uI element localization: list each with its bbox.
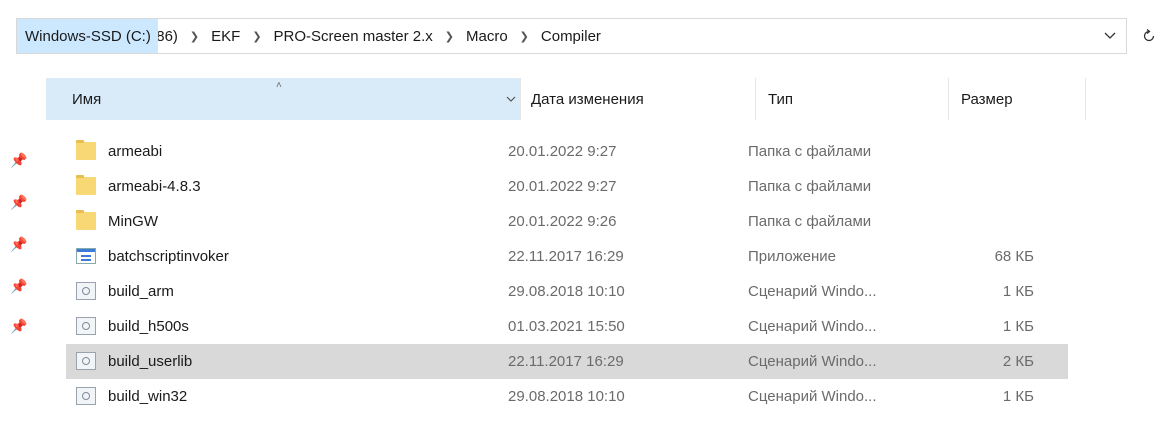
address-bar[interactable]: Windows-SSD (C:) ❯ Program Files (x86) ❯… — [16, 18, 1127, 54]
breadcrumb-drive[interactable]: Windows-SSD (C:) — [17, 19, 158, 53]
file-size: 68 КБ — [994, 248, 1034, 265]
file-date: 29.08.2018 10:10 — [508, 283, 625, 300]
application-icon — [76, 248, 96, 264]
file-date: 29.08.2018 10:10 — [508, 388, 625, 405]
script-icon — [76, 317, 96, 335]
address-history-dropdown[interactable] — [1100, 19, 1120, 53]
file-row[interactable]: armeabi 20.01.2022 9:27 Папка с файлами — [66, 134, 1068, 169]
file-row[interactable]: build_h500s 01.03.2021 15:50 Сценарий Wi… — [66, 309, 1068, 344]
script-icon — [76, 352, 96, 370]
pin-icon[interactable]: 📌 — [10, 278, 27, 294]
script-icon — [76, 282, 96, 300]
file-type: Приложение — [748, 248, 836, 265]
file-type: Папка с файлами — [748, 143, 872, 160]
column-header: ˄ Имя Дата изменения Тип Размер — [46, 78, 1086, 120]
pin-icon[interactable]: 📌 — [10, 236, 27, 252]
file-date: 22.11.2017 16:29 — [508, 248, 624, 265]
file-date: 20.01.2022 9:27 — [508, 143, 617, 160]
file-name: build_arm — [108, 283, 174, 300]
chevron-right-icon[interactable]: ❯ — [437, 30, 462, 43]
file-type: Папка с файлами — [748, 178, 872, 195]
file-date: 01.03.2021 15:50 — [508, 318, 625, 335]
file-name: MinGW — [108, 213, 158, 230]
column-header-type[interactable]: Тип — [756, 78, 949, 120]
file-type: Сценарий Windo... — [748, 318, 877, 335]
file-list: armeabi 20.01.2022 9:27 Папка с файлами … — [66, 134, 1068, 414]
file-date: 22.11.2017 16:29 — [508, 353, 624, 370]
file-type: Папка с файлами — [748, 213, 872, 230]
column-date-label: Дата изменения — [531, 90, 644, 108]
column-header-date[interactable]: Дата изменения — [521, 78, 756, 120]
chevron-down-icon — [1104, 32, 1116, 39]
breadcrumb-ekf[interactable]: EKF — [207, 28, 244, 45]
file-name: build_win32 — [108, 388, 188, 405]
file-row-selected[interactable]: build_userlib 22.11.2017 16:29 Сценарий … — [66, 344, 1068, 379]
script-icon — [76, 387, 96, 405]
file-row[interactable]: armeabi-4.8.3 20.01.2022 9:27 Папка с фа… — [66, 169, 1068, 204]
file-name: armeabi — [108, 143, 163, 160]
breadcrumb-macro[interactable]: Macro — [462, 28, 512, 45]
refresh-icon — [1143, 29, 1155, 42]
file-row[interactable]: build_arm 29.08.2018 10:10 Сценарий Wind… — [66, 274, 1068, 309]
file-type: Сценарий Windo... — [748, 353, 877, 370]
pin-icon[interactable]: 📌 — [10, 194, 27, 210]
breadcrumb-pro-screen[interactable]: PRO-Screen master 2.x — [270, 28, 437, 45]
folder-icon — [76, 210, 96, 230]
column-header-size[interactable]: Размер — [949, 78, 1086, 120]
column-header-name[interactable]: ˄ Имя — [46, 78, 501, 120]
column-name-label: Имя — [72, 90, 102, 108]
chevron-right-icon[interactable]: ❯ — [512, 30, 537, 43]
breadcrumb-compiler[interactable]: Compiler — [537, 28, 605, 45]
chevron-right-icon[interactable]: ❯ — [182, 30, 207, 43]
file-type: Сценарий Windo... — [748, 283, 877, 300]
folder-icon — [76, 140, 96, 160]
file-size: 1 КБ — [1002, 318, 1034, 335]
file-name: build_h500s — [108, 318, 189, 335]
file-name: batchscriptinvoker — [108, 248, 229, 265]
file-date: 20.01.2022 9:27 — [508, 178, 617, 195]
folder-icon — [76, 175, 96, 195]
sort-ascending-icon: ˄ — [276, 80, 282, 91]
file-size: 1 КБ — [1002, 283, 1034, 300]
chevron-down-icon — [506, 96, 515, 102]
file-row[interactable]: build_win32 29.08.2018 10:10 Сценарий Wi… — [66, 379, 1068, 414]
column-size-label: Размер — [961, 90, 1013, 108]
pin-icon[interactable]: 📌 — [10, 318, 27, 334]
column-type-label: Тип — [768, 90, 794, 108]
file-size: 1 КБ — [1002, 388, 1034, 405]
chevron-right-icon[interactable]: ❯ — [244, 30, 269, 43]
column-filter-dropdown[interactable] — [501, 78, 521, 120]
file-row[interactable]: MinGW 20.01.2022 9:26 Папка с файлами — [66, 204, 1068, 239]
file-name: armeabi-4.8.3 — [108, 178, 201, 195]
file-type: Сценарий Windo... — [748, 388, 877, 405]
refresh-button[interactable] — [1134, 18, 1164, 54]
file-row[interactable]: batchscriptinvoker 22.11.2017 16:29 Прил… — [66, 239, 1068, 274]
file-size: 2 КБ — [1002, 353, 1034, 370]
file-date: 20.01.2022 9:26 — [508, 213, 617, 230]
breadcrumb: Windows-SSD (C:) ❯ Program Files (x86) ❯… — [17, 19, 605, 53]
pin-icon[interactable]: 📌 — [10, 152, 27, 168]
file-name: build_userlib — [108, 353, 193, 370]
